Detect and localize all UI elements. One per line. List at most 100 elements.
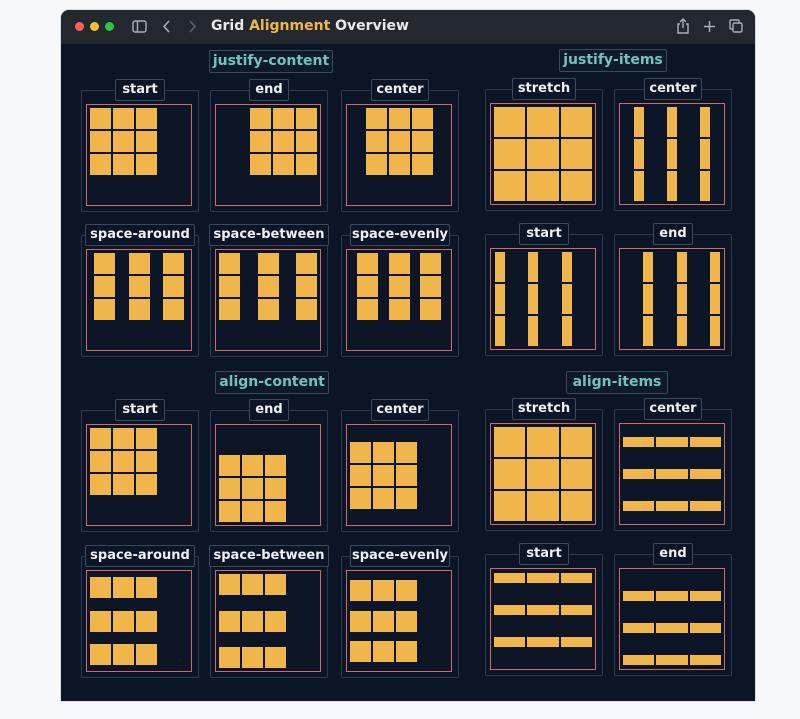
grid-cell — [527, 605, 559, 615]
grid-cell — [257, 253, 279, 274]
grid-cell — [242, 478, 263, 499]
grid-cell — [527, 139, 559, 169]
grid-cell — [527, 459, 559, 489]
grid-cell — [136, 474, 157, 495]
grid-cell — [250, 108, 271, 129]
grid-cell — [527, 637, 559, 647]
grid-cell — [560, 637, 592, 647]
grid-cell — [396, 441, 417, 463]
grid-cell — [667, 171, 677, 201]
grid-cell — [90, 577, 111, 599]
grid-cell — [527, 491, 559, 521]
grid-container — [346, 104, 452, 206]
grid-cell — [113, 610, 134, 632]
grid-cell — [528, 252, 539, 282]
grid-cell — [136, 451, 157, 472]
grid-cell — [656, 591, 688, 601]
grid-cell — [113, 428, 134, 449]
grid-cell — [113, 643, 134, 665]
grid-container — [215, 570, 321, 672]
demo-label: end — [249, 399, 289, 421]
grid-cell — [643, 284, 654, 314]
grid-cell — [136, 610, 157, 632]
demo-label: end — [653, 223, 693, 245]
grid-container — [86, 570, 192, 672]
grid-cell — [710, 316, 720, 346]
grid-cell — [350, 610, 371, 632]
demo-label: space-around — [85, 224, 195, 246]
title-bar: Grid Alignment Overview — [61, 10, 755, 44]
grid-cell — [257, 276, 279, 297]
grid-cell — [350, 580, 371, 602]
grid-cell — [494, 605, 526, 615]
demo-label: stretch — [512, 78, 576, 100]
grid-cell — [411, 108, 433, 129]
grid-container — [490, 423, 596, 525]
grid-cell — [667, 107, 677, 137]
copy-icon[interactable] — [729, 19, 743, 33]
chevron-left-icon[interactable] — [162, 20, 171, 33]
grid-cell — [560, 107, 592, 137]
grid-cell — [128, 253, 150, 274]
grid-cell — [113, 108, 134, 129]
section-title-ac: align-content — [215, 371, 329, 394]
grid-cell — [689, 655, 721, 665]
grid-cell — [388, 108, 410, 129]
grid-cell — [350, 464, 371, 486]
grid-cell — [219, 253, 240, 274]
grid-cell — [296, 299, 317, 320]
grid-container — [490, 103, 596, 205]
grid-cell — [494, 107, 526, 137]
minimize-button[interactable] — [90, 22, 99, 31]
grid-container — [619, 248, 725, 350]
grid-cell — [350, 640, 371, 662]
grid-cell — [373, 610, 394, 632]
grid-cell — [495, 316, 505, 346]
grid-container — [346, 424, 452, 526]
grid-cell — [388, 276, 410, 297]
grid-cell — [494, 139, 526, 169]
demo-label: start — [115, 399, 165, 421]
grid-cell — [357, 276, 379, 297]
demo-label: space-between — [209, 224, 329, 246]
zoom-button[interactable] — [105, 22, 114, 31]
grid-cell — [93, 299, 115, 320]
grid-cell — [219, 276, 240, 297]
grid-container — [215, 104, 321, 206]
grid-cell — [90, 108, 111, 129]
demo-label: space-evenly — [350, 545, 450, 567]
grid-cell — [128, 299, 150, 320]
grid-cell — [388, 299, 410, 320]
grid-cell — [419, 253, 441, 274]
grid-cell — [396, 610, 417, 632]
grid-cell — [528, 284, 539, 314]
grid-cell — [93, 276, 115, 297]
grid-cell — [388, 154, 410, 175]
grid-cell — [273, 154, 294, 175]
chevron-right-icon[interactable] — [188, 20, 197, 33]
grid-cell — [623, 501, 655, 511]
plus-icon[interactable] — [703, 20, 716, 33]
grid-cell — [163, 276, 185, 297]
grid-cell — [656, 501, 688, 511]
share-icon[interactable] — [676, 18, 690, 34]
close-button[interactable] — [75, 22, 84, 31]
grid-cell — [388, 253, 410, 274]
demo-label: center — [644, 398, 702, 420]
grid-container — [346, 570, 452, 672]
grid-cell — [242, 610, 263, 632]
sidebar-icon[interactable] — [132, 20, 147, 33]
grid-cell — [561, 316, 572, 346]
grid-cell — [411, 154, 433, 175]
grid-cell — [419, 276, 441, 297]
grid-cell — [689, 469, 721, 479]
grid-cell — [373, 464, 394, 486]
section-title-ji: justify-items — [559, 49, 667, 72]
grid-cell — [623, 655, 655, 665]
grid-cell — [528, 316, 539, 346]
grid-cell — [623, 469, 655, 479]
grid-cell — [633, 107, 644, 137]
grid-cell — [93, 253, 115, 274]
grid-cell — [560, 491, 592, 521]
grid-cell — [365, 154, 387, 175]
